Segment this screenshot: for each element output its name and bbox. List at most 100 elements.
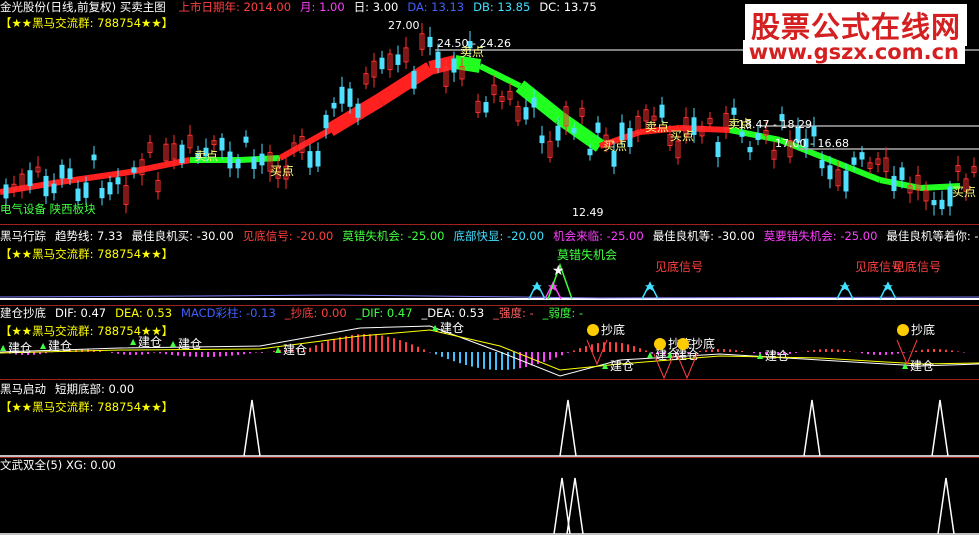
candle-body — [179, 144, 185, 163]
up-arrow-icon: ▲ — [647, 350, 654, 359]
macd-panel[interactable]: 建仓▲建仓▲建仓▲建仓▲建仓▲建仓▲建仓▲建仓▲建仓▲建仓▲建仓▲抄底抄底抄底抄… — [0, 306, 979, 379]
ma-ribbon-segment — [278, 127, 332, 161]
buy-signal-label: 买点 — [670, 129, 694, 143]
signal-spike — [803, 399, 821, 457]
candle-body — [827, 165, 833, 180]
candle-body — [531, 97, 537, 108]
star-icon: ★ — [531, 280, 543, 295]
main-chart-panel[interactable]: 27.00 12.49 24.50 - 24.26 18.47 - 18.29 17.0… — [0, 0, 979, 224]
main-stat: DC: 13.75 — [539, 0, 597, 14]
heima-stat: 莫要错失机会: -25.00 — [763, 229, 878, 243]
heima-stat: 底部快显: -20.00 — [453, 229, 545, 243]
up-arrow-icon: ▲ — [130, 337, 137, 346]
macd-group-banner: 【★★黑马交流群: 788754★★】 — [0, 324, 174, 338]
sell-signal-label: 卖点 — [194, 149, 218, 163]
candle-body — [619, 122, 625, 141]
main-stat: 月: 1.00 — [300, 0, 345, 14]
sell-signal-label: 卖点 — [460, 45, 484, 59]
macd-stat: _抄底: 0.00 — [284, 306, 347, 320]
qidong-indicator-chart[interactable] — [0, 380, 979, 457]
heima-panel[interactable]: ★ ★ ★ ★ ★ ★ 莫错失机会 见底信号 见底信号 见底信号 黑马行踪 趋势线: 7.33 最佳良… — [0, 225, 979, 305]
candle-body — [27, 170, 33, 186]
candle-body — [347, 88, 353, 107]
ma-ribbon-segment — [376, 62, 434, 106]
candle-body — [395, 54, 401, 65]
wenwu-stats-row: 文武双全(5) XG: 0.00 — [0, 458, 125, 472]
candle-body — [939, 199, 945, 210]
heima-stat: 最佳良机等着你: -30.00 — [886, 229, 979, 243]
bottom-signal-label: 见底信号 — [893, 259, 941, 274]
build-position-label: 建仓 — [178, 337, 202, 351]
candle-body — [611, 150, 617, 167]
candle-body — [731, 107, 737, 115]
star-icon: ★ — [839, 280, 851, 295]
smile-icon — [677, 338, 689, 350]
heima-stat: 莫错失机会: -25.00 — [342, 229, 445, 243]
candle-body — [755, 133, 761, 141]
signal-spike — [559, 399, 577, 457]
candle-body — [555, 125, 561, 141]
wenwu-indicator-chart[interactable] — [0, 458, 979, 535]
candle-body — [379, 57, 385, 70]
bottom-buy-label: 抄底 — [691, 336, 715, 351]
up-arrow-icon: ▲ — [602, 361, 609, 370]
qidong-stat: 短期底部: 0.00 — [55, 382, 135, 396]
candle-body — [43, 175, 49, 197]
wenwu-stat: 文武双全(5) XG: 0.00 — [0, 458, 116, 472]
bottom-buy-label: 抄底 — [911, 322, 935, 337]
candle-body — [91, 154, 97, 161]
candle-body — [851, 157, 857, 165]
candle-body — [83, 182, 89, 198]
macd-stat: _强度: - — [493, 306, 534, 320]
miss-chance-label: 莫错失机会 — [557, 247, 617, 262]
build-position-label: 建仓 — [283, 343, 307, 357]
candle-body — [843, 170, 849, 192]
macd-stat: MACD彩柱: -0.13 — [181, 306, 276, 320]
candle-body — [715, 142, 721, 158]
watermark-url: www.gszx.com.cn — [742, 40, 965, 64]
candle-body — [227, 151, 233, 169]
high-price-label: 27.00 — [388, 19, 420, 32]
trend-line — [0, 294, 979, 299]
build-position-label: 建仓 — [610, 359, 634, 373]
macd-stat: _DIF: 0.47 — [355, 306, 413, 320]
ma-ribbon-segment — [729, 127, 781, 143]
bottom-buy-label: 抄底 — [601, 322, 625, 337]
candle-body — [107, 182, 113, 195]
heima-stat: 趋势线: 7.33 — [55, 229, 123, 243]
candle-body — [435, 51, 441, 68]
main-stat: DB: 13.85 — [473, 0, 531, 14]
candle-body — [315, 150, 321, 167]
sell-signal-label: 卖点 — [728, 117, 752, 131]
ma-ribbon-segment — [428, 55, 457, 75]
up-arrow-icon: ▲ — [40, 341, 47, 350]
qidong-stat: 黑马启动 — [0, 382, 46, 396]
low-price-label: 12.49 — [572, 206, 604, 219]
candle-body — [627, 128, 633, 147]
candle-body — [483, 102, 489, 113]
qidong-stats-row: 黑马启动 短期底部: 0.00 — [0, 382, 143, 396]
wenwu-panel[interactable]: 文武双全(5) XG: 0.00 — [0, 458, 979, 535]
build-position-label: 建仓 — [8, 341, 32, 355]
candle-body — [323, 114, 329, 129]
smile-icon — [587, 324, 599, 336]
macd-stat: 建仓抄底 — [0, 306, 46, 320]
star-icon: ★ — [552, 263, 565, 279]
up-arrow-icon: ▲ — [757, 351, 764, 360]
candle-body — [811, 126, 817, 137]
candle-body — [427, 36, 433, 48]
heima-group-banner: 【★★黑马交流群: 788754★★】 — [0, 247, 174, 261]
candle-body — [99, 187, 105, 199]
bottom-signal-label: 见底信号 — [655, 259, 703, 274]
sell-signal-label: 卖点 — [645, 120, 669, 134]
signal-spike — [931, 399, 949, 457]
heima-stat: 机会来临: -25.00 — [553, 229, 644, 243]
macd-stat: DIF: 0.47 — [55, 306, 107, 320]
qidong-panel[interactable]: 黑马启动 短期底部: 0.00 【★★黑马交流群: 788754★★】 — [0, 380, 979, 457]
ma-ribbon-segment — [453, 55, 482, 73]
candle-body — [523, 107, 529, 120]
candle-body — [539, 135, 545, 144]
candle-body — [3, 184, 9, 199]
candle-body — [587, 148, 593, 156]
ma-ribbon-segment — [326, 93, 384, 137]
